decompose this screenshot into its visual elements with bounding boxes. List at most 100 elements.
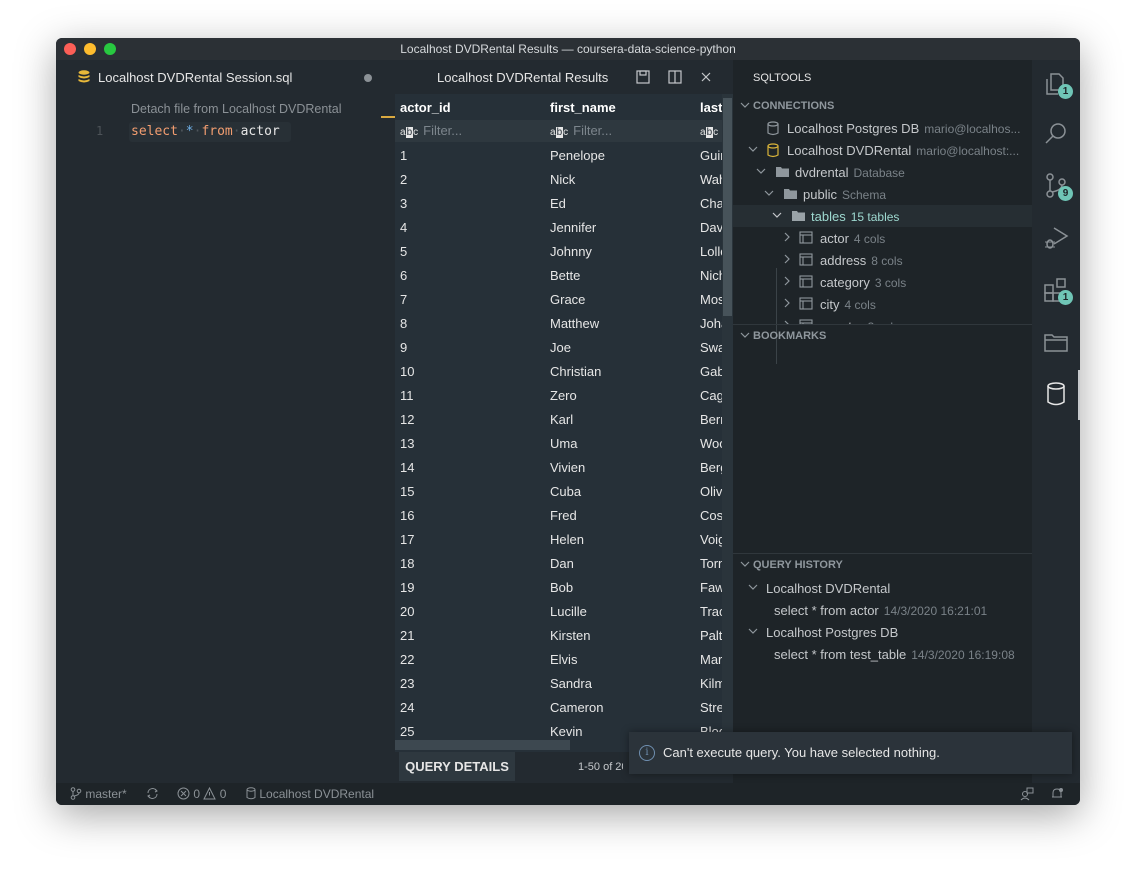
table-cell-first-name[interactable]: Zero bbox=[550, 388, 577, 403]
table-row[interactable]: 22 Elvis Marx bbox=[395, 648, 722, 672]
table-cell-actor-id[interactable]: 7 bbox=[400, 292, 407, 307]
table-row[interactable]: 6 Bette Nicholson bbox=[395, 264, 722, 288]
table-row[interactable]: 13 Uma Wood bbox=[395, 432, 722, 456]
table-cell-actor-id[interactable]: 9 bbox=[400, 340, 407, 355]
table-cell-last-name[interactable]: Kilmer bbox=[700, 676, 722, 691]
vertical-scroll-thumb[interactable] bbox=[723, 98, 732, 316]
table-cell-actor-id[interactable]: 4 bbox=[400, 220, 407, 235]
table-cell-last-name[interactable]: Cage bbox=[700, 388, 722, 403]
table-cell-actor-id[interactable]: 21 bbox=[400, 628, 414, 643]
table-cell-actor-id[interactable]: 3 bbox=[400, 196, 407, 211]
results-tab-title[interactable]: Localhost DVDRental Results bbox=[437, 70, 608, 85]
connections-section-header[interactable]: CONNECTIONS bbox=[733, 96, 1032, 116]
table-cell-actor-id[interactable]: 1 bbox=[400, 148, 407, 163]
tree-item-table[interactable]: city 4 cols bbox=[733, 293, 1032, 315]
table-cell-first-name[interactable]: Dan bbox=[550, 556, 574, 571]
table-cell-actor-id[interactable]: 16 bbox=[400, 508, 414, 523]
table-cell-first-name[interactable]: Uma bbox=[550, 436, 577, 451]
activity-folder[interactable] bbox=[1042, 328, 1070, 356]
table-row[interactable]: 1 Penelope Guiness bbox=[395, 144, 722, 168]
table-cell-first-name[interactable]: Jennifer bbox=[550, 220, 596, 235]
table-cell-last-name[interactable]: Mostel bbox=[700, 292, 722, 307]
unsaved-dot-icon[interactable] bbox=[364, 74, 372, 82]
table-cell-actor-id[interactable]: 20 bbox=[400, 604, 414, 619]
history-connection-postgres[interactable]: Localhost Postgres DB bbox=[733, 621, 1032, 643]
filter-input-first-name[interactable]: abc Filter... bbox=[550, 123, 612, 138]
tree-item-table[interactable]: address 8 cols bbox=[733, 249, 1032, 271]
table-cell-actor-id[interactable]: 5 bbox=[400, 244, 407, 259]
table-cell-first-name[interactable]: Matthew bbox=[550, 316, 599, 331]
query-details-button[interactable]: QUERY DETAILS bbox=[399, 752, 515, 781]
table-cell-last-name[interactable]: Tracy bbox=[700, 604, 722, 619]
table-cell-last-name[interactable]: Davis bbox=[700, 220, 722, 235]
table-row[interactable]: 17 Helen Voight bbox=[395, 528, 722, 552]
table-cell-first-name[interactable]: Cuba bbox=[550, 484, 581, 499]
table-cell-actor-id[interactable]: 25 bbox=[400, 724, 414, 739]
table-row[interactable]: 3 Ed Chase bbox=[395, 192, 722, 216]
table-cell-last-name[interactable]: Torn bbox=[700, 556, 722, 571]
table-cell-actor-id[interactable]: 17 bbox=[400, 532, 414, 547]
connection-item-dvdrental[interactable]: Localhost DVDRental mario@localhost:... bbox=[733, 139, 1032, 161]
table-row[interactable]: 15 Cuba Olivier bbox=[395, 480, 722, 504]
table-row[interactable]: 14 Vivien Bergen bbox=[395, 456, 722, 480]
bookmarks-section-header[interactable]: BOOKMARKS bbox=[733, 326, 1032, 346]
table-cell-actor-id[interactable]: 24 bbox=[400, 700, 414, 715]
column-header-last-name[interactable]: last_name bbox=[700, 100, 722, 115]
history-connection-dvdrental[interactable]: Localhost DVDRental bbox=[733, 577, 1032, 599]
sync-button[interactable] bbox=[146, 787, 159, 801]
table-cell-last-name[interactable]: Chase bbox=[700, 196, 722, 211]
table-row[interactable]: 21 Kirsten Paltrow bbox=[395, 624, 722, 648]
table-cell-last-name[interactable]: Costner bbox=[700, 508, 722, 523]
table-cell-actor-id[interactable]: 2 bbox=[400, 172, 407, 187]
table-row[interactable]: 24 Cameron Streep bbox=[395, 696, 722, 720]
table-cell-last-name[interactable]: Streep bbox=[700, 700, 722, 715]
table-cell-actor-id[interactable]: 6 bbox=[400, 268, 407, 283]
branch-status[interactable]: master* bbox=[70, 787, 127, 801]
detach-file-codelens[interactable]: Detach file from Localhost DVDRental bbox=[131, 102, 342, 116]
table-cell-first-name[interactable]: Grace bbox=[550, 292, 585, 307]
table-cell-last-name[interactable]: Wood bbox=[700, 436, 722, 451]
table-row[interactable]: 2 Nick Wahlberg bbox=[395, 168, 722, 192]
activity-database[interactable] bbox=[1042, 380, 1070, 408]
table-cell-first-name[interactable]: Joe bbox=[550, 340, 571, 355]
filter-input-last-name[interactable]: abcFilter... bbox=[700, 123, 722, 138]
table-cell-first-name[interactable]: Johnny bbox=[550, 244, 592, 259]
horizontal-scrollbar[interactable] bbox=[395, 740, 570, 750]
close-icon[interactable] bbox=[698, 69, 714, 85]
connection-item-postgres[interactable]: Localhost Postgres DB mario@localhos... bbox=[733, 117, 1032, 139]
editor-tab[interactable]: Localhost DVDRental Session.sql bbox=[56, 60, 395, 94]
notifications-button[interactable] bbox=[1050, 787, 1064, 804]
activity-source-control[interactable]: 9 bbox=[1042, 172, 1073, 201]
table-cell-last-name[interactable]: Nicholson bbox=[700, 268, 722, 283]
table-row[interactable]: 23 Sandra Kilmer bbox=[395, 672, 722, 696]
table-cell-last-name[interactable]: Berry bbox=[700, 412, 722, 427]
table-cell-actor-id[interactable]: 13 bbox=[400, 436, 414, 451]
table-cell-first-name[interactable]: Kirsten bbox=[550, 628, 590, 643]
table-row[interactable]: 11 Zero Cage bbox=[395, 384, 722, 408]
table-row[interactable]: 5 Johnny Lollobrigida bbox=[395, 240, 722, 264]
table-cell-actor-id[interactable]: 22 bbox=[400, 652, 414, 667]
history-query-item[interactable]: select * from test_table 14/3/2020 16:19:… bbox=[733, 643, 1032, 665]
table-cell-first-name[interactable]: Nick bbox=[550, 172, 575, 187]
table-cell-actor-id[interactable]: 12 bbox=[400, 412, 414, 427]
code-text[interactable]: select·*·from·actor bbox=[131, 124, 280, 139]
split-editor-icon[interactable] bbox=[667, 69, 683, 85]
table-row[interactable]: 8 Matthew Johansson bbox=[395, 312, 722, 336]
table-cell-first-name[interactable]: Cameron bbox=[550, 700, 603, 715]
filter-input-actor-id[interactable]: abc Filter... bbox=[400, 123, 462, 138]
table-cell-last-name[interactable]: Swank bbox=[700, 340, 722, 355]
table-cell-actor-id[interactable]: 14 bbox=[400, 460, 414, 475]
table-cell-last-name[interactable]: Paltrow bbox=[700, 628, 722, 643]
notification-toast[interactable]: i Can't execute query. You have selected… bbox=[629, 732, 1072, 774]
table-cell-first-name[interactable]: Penelope bbox=[550, 148, 605, 163]
table-cell-actor-id[interactable]: 11 bbox=[400, 388, 414, 403]
tree-item-tables[interactable]: tables 15 tables bbox=[733, 205, 1032, 227]
tree-item-database[interactable]: dvdrental Database bbox=[733, 161, 1032, 183]
activity-explorer[interactable]: 1 bbox=[1042, 70, 1073, 99]
table-cell-last-name[interactable]: Voight bbox=[700, 532, 722, 547]
save-icon[interactable] bbox=[635, 69, 651, 85]
tree-item-table[interactable]: actor 4 cols bbox=[733, 227, 1032, 249]
table-cell-first-name[interactable]: Ed bbox=[550, 196, 566, 211]
history-query-item[interactable]: select * from actor 14/3/2020 16:21:01 bbox=[733, 599, 1032, 621]
activity-extensions[interactable]: 1 bbox=[1042, 276, 1073, 305]
